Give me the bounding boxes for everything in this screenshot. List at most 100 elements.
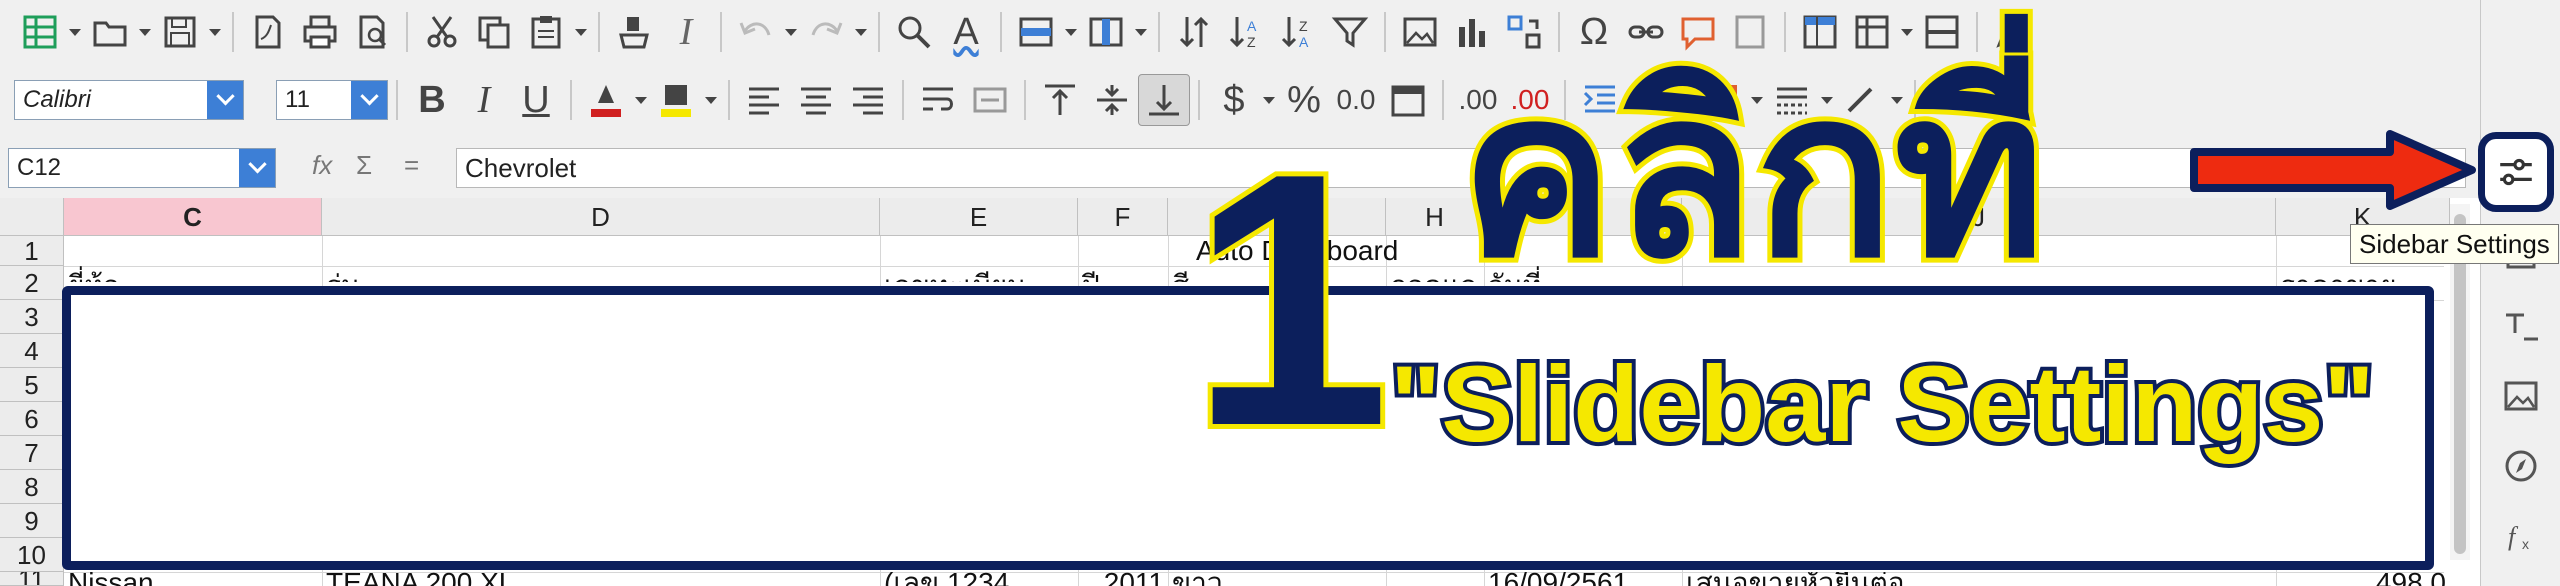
open-folder-icon[interactable] bbox=[84, 6, 136, 58]
row-header[interactable]: 4 bbox=[0, 334, 64, 368]
column-header-d[interactable]: D bbox=[322, 198, 880, 236]
cell-e2[interactable]: เลขทะเบียน bbox=[884, 266, 1074, 282]
svg-text:x: x bbox=[2522, 536, 2529, 552]
find-replace-icon[interactable] bbox=[888, 6, 940, 58]
row-header[interactable]: 10 bbox=[0, 538, 64, 572]
gallery-icon[interactable] bbox=[2491, 366, 2551, 426]
column-header-e[interactable]: E bbox=[880, 198, 1078, 236]
cell-d11[interactable]: TEANA 200 XL bbox=[326, 572, 876, 586]
center-vertically-icon[interactable] bbox=[1086, 74, 1138, 126]
chevron-down-icon[interactable] bbox=[207, 81, 243, 119]
name-box-value[interactable]: C12 bbox=[9, 154, 239, 182]
underline-label: U bbox=[522, 79, 550, 121]
font-color-dropdown-icon[interactable] bbox=[632, 74, 650, 126]
highlight-color-icon[interactable] bbox=[650, 74, 702, 126]
autofilter-icon[interactable] bbox=[1324, 6, 1376, 58]
sort-icon[interactable] bbox=[1168, 6, 1220, 58]
align-center-icon[interactable] bbox=[790, 74, 842, 126]
paste-icon[interactable] bbox=[520, 6, 572, 58]
sum-icon[interactable]: Σ bbox=[356, 150, 372, 181]
svg-text:A: A bbox=[1247, 18, 1257, 34]
clear-formatting-icon[interactable]: I bbox=[660, 6, 712, 58]
cell-f11[interactable]: 2011 bbox=[1082, 572, 1164, 586]
cell-k2[interactable]: ราคาขาย bbox=[2280, 266, 2446, 282]
column-dropdown-icon[interactable] bbox=[1132, 6, 1150, 58]
sidebar-settings-button[interactable] bbox=[2478, 132, 2554, 212]
copy-icon[interactable] bbox=[468, 6, 520, 58]
merge-cells-icon[interactable] bbox=[964, 74, 1016, 126]
open-dropdown-icon[interactable] bbox=[136, 6, 154, 58]
font-name-value[interactable]: Calibri bbox=[15, 86, 207, 114]
underline-button[interactable]: U bbox=[510, 74, 562, 126]
separator bbox=[406, 12, 408, 52]
row-header[interactable]: 11 bbox=[0, 572, 64, 586]
row-header[interactable]: 6 bbox=[0, 402, 64, 436]
cell-d2[interactable]: รุ่น bbox=[326, 266, 876, 282]
bold-button[interactable]: B bbox=[406, 74, 458, 126]
font-size-value[interactable]: 11 bbox=[277, 86, 351, 114]
name-box[interactable]: C12 bbox=[8, 148, 276, 188]
print-preview-icon[interactable] bbox=[346, 6, 398, 58]
cell-e11[interactable]: (เลข 1234 bbox=[884, 572, 1074, 586]
column-header-c[interactable]: C bbox=[64, 198, 322, 236]
separator bbox=[1442, 80, 1444, 120]
cell-i11[interactable]: 16/09/2561 bbox=[1488, 572, 1678, 586]
row-header[interactable]: 1 bbox=[0, 236, 64, 266]
row-dropdown-icon[interactable] bbox=[1062, 6, 1080, 58]
corner-select-all[interactable] bbox=[0, 198, 64, 236]
font-size-combo[interactable]: 11 bbox=[276, 80, 388, 120]
row-header[interactable]: 5 bbox=[0, 368, 64, 402]
clone-formatting-icon[interactable] bbox=[608, 6, 660, 58]
functions-icon[interactable]: fx bbox=[2491, 506, 2551, 566]
row-header[interactable]: 8 bbox=[0, 470, 64, 504]
export-pdf-icon[interactable] bbox=[242, 6, 294, 58]
function-wizard-icon[interactable]: fx bbox=[312, 150, 332, 181]
chevron-down-icon[interactable] bbox=[351, 81, 387, 119]
styles-icon[interactable] bbox=[2491, 296, 2551, 356]
paste-dropdown-icon[interactable] bbox=[572, 6, 590, 58]
cell-c2[interactable]: ยี่ห้อ bbox=[68, 266, 318, 282]
chevron-down-icon[interactable] bbox=[239, 149, 275, 187]
column-icon[interactable] bbox=[1080, 6, 1132, 58]
undo-icon[interactable] bbox=[730, 6, 782, 58]
spelling-icon[interactable]: A bbox=[940, 6, 992, 58]
italic-button[interactable]: I bbox=[458, 74, 510, 126]
spreadsheet-icon[interactable] bbox=[14, 6, 66, 58]
row-header[interactable]: 3 bbox=[0, 300, 64, 334]
scrollbar-thumb[interactable] bbox=[2454, 214, 2466, 554]
row-header[interactable]: 2 bbox=[0, 266, 64, 300]
row-header[interactable]: 9 bbox=[0, 504, 64, 538]
cell-j11[interactable]: เสนอขายหัวยืนต่อ bbox=[1686, 572, 2272, 586]
bold-label: B bbox=[418, 79, 446, 121]
row-header[interactable]: 7 bbox=[0, 436, 64, 470]
save-icon[interactable] bbox=[154, 6, 206, 58]
cell-g11[interactable]: ขาว bbox=[1172, 572, 1382, 586]
cell-f2[interactable]: ปี bbox=[1082, 266, 1164, 282]
separator bbox=[1384, 12, 1386, 52]
separator bbox=[1158, 12, 1160, 52]
cut-icon[interactable] bbox=[416, 6, 468, 58]
align-top-icon[interactable] bbox=[1034, 74, 1086, 126]
font-name-combo[interactable]: Calibri bbox=[14, 80, 244, 120]
align-bottom-icon[interactable] bbox=[1138, 74, 1190, 126]
image-icon[interactable] bbox=[1394, 6, 1446, 58]
sort-descending-icon[interactable]: ZA bbox=[1272, 6, 1324, 58]
save-dropdown-icon[interactable] bbox=[206, 6, 224, 58]
undo-dropdown-icon[interactable] bbox=[782, 6, 800, 58]
align-right-icon[interactable] bbox=[842, 74, 894, 126]
equals-icon[interactable]: = bbox=[404, 150, 419, 181]
wrap-text-icon[interactable] bbox=[912, 74, 964, 126]
column-header-f[interactable]: F bbox=[1078, 198, 1168, 236]
cell-c11[interactable]: Nissan bbox=[68, 572, 318, 586]
highlight-dropdown-icon[interactable] bbox=[702, 74, 720, 126]
sort-ascending-icon[interactable]: AZ bbox=[1220, 6, 1272, 58]
row-icon[interactable] bbox=[1010, 6, 1062, 58]
font-color-icon[interactable] bbox=[580, 74, 632, 126]
redo-icon[interactable] bbox=[800, 6, 852, 58]
new-dropdown-icon[interactable] bbox=[66, 6, 84, 58]
navigator-icon[interactable] bbox=[2491, 436, 2551, 496]
redo-dropdown-icon[interactable] bbox=[852, 6, 870, 58]
print-icon[interactable] bbox=[294, 6, 346, 58]
cell-k11[interactable]: 498.0 bbox=[2280, 572, 2446, 586]
align-left-icon[interactable] bbox=[738, 74, 790, 126]
